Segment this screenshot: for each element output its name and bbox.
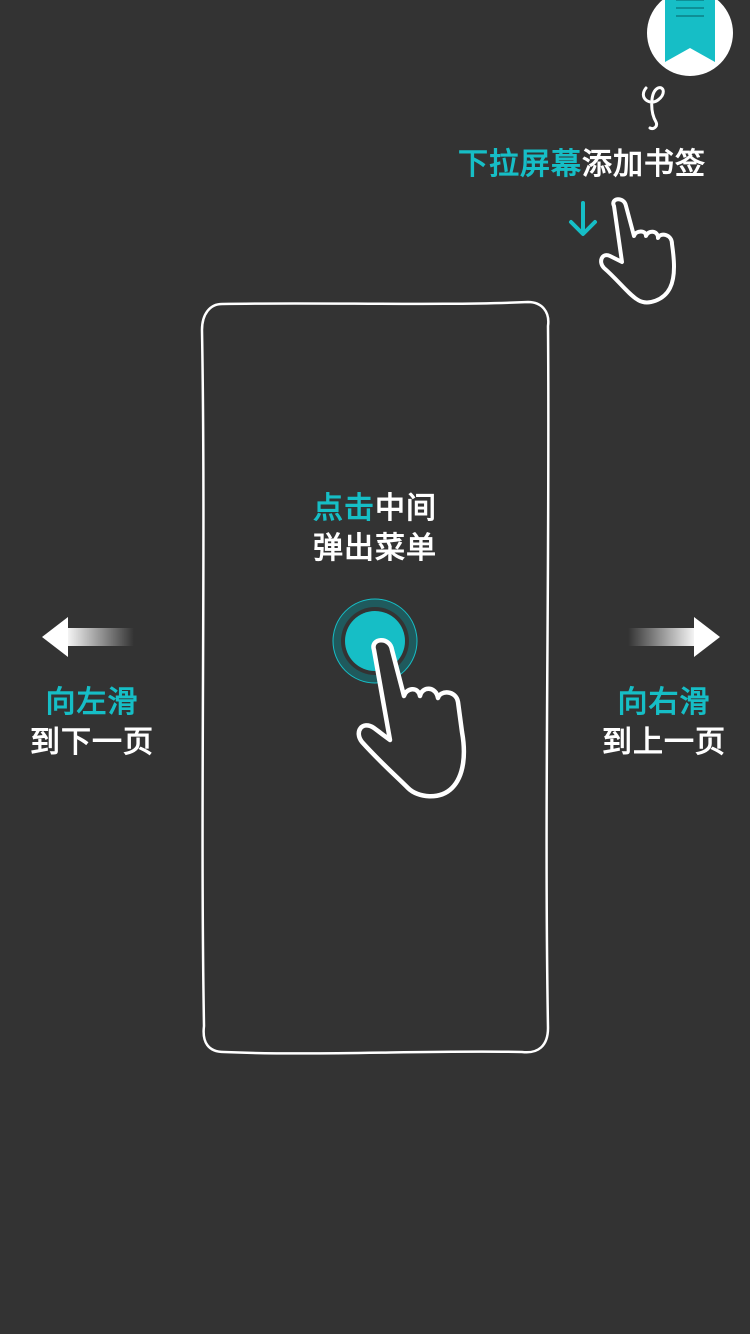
tap-hand-icon xyxy=(356,638,467,799)
reading-guide-overlay[interactable]: 下拉屏幕添加书签 点击中间 弹出菜单 向左滑 到下一页 向右滑 到上一页 xyxy=(0,0,750,1334)
bookmark-icon xyxy=(647,0,733,76)
next-page-label: 到下一页 xyxy=(30,725,154,760)
show-menu-label: 弹出菜单 xyxy=(313,531,437,566)
swipe-right-action-label: 向右滑 xyxy=(617,685,711,720)
previous-page-label: 到上一页 xyxy=(602,725,726,760)
swipe-left-arrow-icon xyxy=(42,617,134,657)
swipe-right-arrow-icon xyxy=(628,617,720,657)
swipe-left-hint: 向左滑 到下一页 xyxy=(12,683,172,763)
pull-down-action-label: 下拉屏幕 xyxy=(458,147,582,182)
tap-action-label: 点击 xyxy=(313,491,375,526)
add-bookmark-label: 添加书签 xyxy=(582,147,706,182)
pull-down-hand-icon xyxy=(599,197,676,305)
swipe-right-hint: 向右滑 到上一页 xyxy=(584,683,744,763)
swipe-left-action-label: 向左滑 xyxy=(45,685,139,720)
pull-down-hint: 下拉屏幕添加书签 xyxy=(458,145,706,185)
pull-string-icon xyxy=(641,86,665,130)
tap-center-hint: 点击中间 弹出菜单 xyxy=(250,489,500,569)
center-label: 中间 xyxy=(375,491,437,526)
